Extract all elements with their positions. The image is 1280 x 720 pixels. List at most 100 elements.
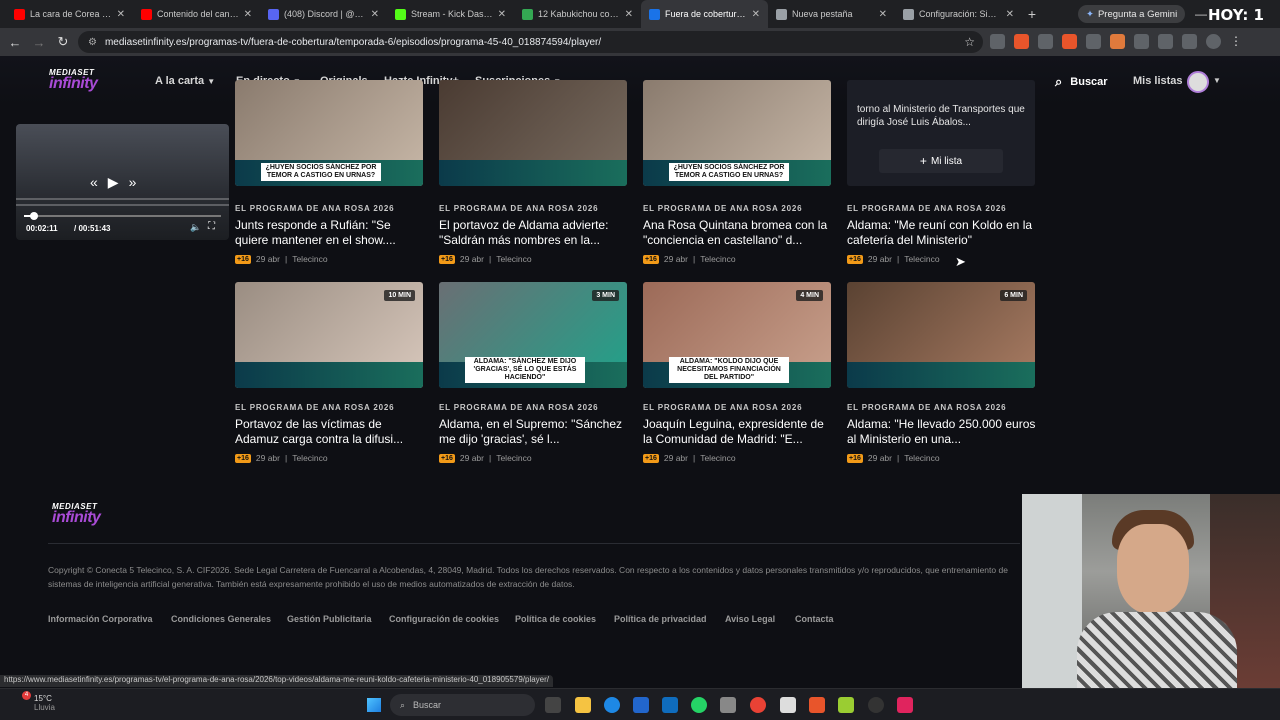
video-thumbnail[interactable]: 6 MIN xyxy=(847,282,1035,388)
thumbnail-caption: ALDAMA: "SÁNCHEZ ME DIJO 'GRACIAS', SÉ L… xyxy=(465,357,585,383)
video-title[interactable]: Joaquín Leguina, expresidente de la Comu… xyxy=(643,417,833,447)
chevron-down-icon[interactable]: ▼ xyxy=(1213,76,1221,85)
video-thumbnail[interactable]: ALDAMA: "SÁNCHEZ ME DIJO 'GRACIAS', SÉ L… xyxy=(439,282,627,388)
store-icon[interactable] xyxy=(633,697,649,713)
app-icon[interactable] xyxy=(897,697,913,713)
footer-link[interactable]: Política de cookies xyxy=(515,614,596,624)
footer-link[interactable]: Condiciones Generales xyxy=(171,614,271,624)
video-title[interactable]: Ana Rosa Quintana bromea con la "concien… xyxy=(643,218,833,248)
mini-video-player[interactable]: « ▶ » 00:02:11 / 00:51:43 🔈 ⛶ xyxy=(16,124,229,240)
footer-link[interactable]: Información Corporativa xyxy=(48,614,153,624)
rewind-icon[interactable]: « xyxy=(90,174,98,191)
close-tab-icon[interactable]: ✕ xyxy=(752,9,760,20)
video-thumbnail[interactable]: ¿HUYEN SOCIOS SÁNCHEZ POR TEMOR A CASTIG… xyxy=(235,80,423,186)
sidebar-icon[interactable] xyxy=(1158,34,1173,49)
video-title[interactable]: Aldama: "Me reuní con Koldo en la cafete… xyxy=(847,218,1037,248)
footer-link[interactable]: Configuración de cookies xyxy=(389,614,499,624)
extensions-puzzle-icon[interactable] xyxy=(1134,34,1149,49)
extension-icon[interactable] xyxy=(1086,34,1101,49)
my-lists-link[interactable]: Mis listas xyxy=(1133,75,1183,87)
footer-link[interactable]: Aviso Legal xyxy=(725,614,775,624)
video-thumbnail[interactable]: ¿HUYEN SOCIOS SÁNCHEZ POR TEMOR A CASTIG… xyxy=(643,80,831,186)
browser-tab[interactable]: Configuración: Sistem ✕ xyxy=(895,0,1022,28)
reload-icon[interactable]: ↻ xyxy=(51,34,75,50)
address-bar[interactable]: ⚙ mediasetinfinity.es/programas-tv/fuera… xyxy=(78,31,983,53)
footer-link[interactable]: Contacta xyxy=(795,614,834,624)
close-tab-icon[interactable]: ✕ xyxy=(371,9,379,20)
edge-icon[interactable] xyxy=(604,697,620,713)
forward-skip-icon[interactable]: » xyxy=(129,174,137,191)
search-button[interactable]: ⌕ Buscar xyxy=(1055,74,1108,90)
video-thumbnail[interactable]: 10 MIN xyxy=(235,282,423,388)
windows-start-icon[interactable] xyxy=(367,698,381,712)
thumbnail-caption: ALDAMA: "KOLDO DIJO QUE NECESITAMOS FINA… xyxy=(669,357,789,383)
mediaset-infinity-logo[interactable]: MEDIASET infinity xyxy=(49,68,98,93)
gemini-button[interactable]: ✦ Pregunta a Gemini xyxy=(1078,5,1186,23)
meta-separator: | xyxy=(896,453,900,463)
app-icon[interactable] xyxy=(720,697,736,713)
fullscreen-icon[interactable]: ⛶ xyxy=(208,221,215,232)
close-tab-icon[interactable]: ✕ xyxy=(117,9,125,20)
video-title[interactable]: Portavoz de las víctimas de Adamuz carga… xyxy=(235,417,425,447)
video-title[interactable]: Aldama, en el Supremo: "Sánchez me dijo … xyxy=(439,417,629,447)
browser-tab[interactable]: La cara de Corea del S ✕ xyxy=(6,0,133,28)
app-icon[interactable] xyxy=(838,697,854,713)
video-thumbnail[interactable]: ALDAMA: "KOLDO DIJO QUE NECESITAMOS FINA… xyxy=(643,282,831,388)
video-title[interactable]: El portavoz de Aldama advierte: "Saldrán… xyxy=(439,218,629,248)
meta-separator: | xyxy=(692,254,696,264)
file-explorer-icon[interactable] xyxy=(575,697,591,713)
add-to-list-button[interactable]: + Mi lista xyxy=(879,149,1003,173)
video-thumbnail[interactable] xyxy=(439,80,627,186)
obs-icon[interactable] xyxy=(868,697,884,713)
task-view-icon[interactable] xyxy=(545,697,561,713)
browser-tab[interactable]: (408) Discord | @Saix ✕ xyxy=(260,0,387,28)
weather-widget[interactable]: 15°C Lluvia xyxy=(34,694,55,712)
new-tab-icon[interactable]: + xyxy=(1022,6,1042,22)
back-icon[interactable]: ← xyxy=(3,35,27,50)
reading-list-icon[interactable] xyxy=(1182,34,1197,49)
tab-title: Nueva pestaña xyxy=(792,9,853,19)
video-title[interactable]: Aldama: "He llevado 250.000 euros al Min… xyxy=(847,417,1037,447)
nav-item[interactable]: A la carta ▼ xyxy=(155,75,215,87)
browser-tab[interactable]: Nueva pestaña ✕ xyxy=(768,0,895,28)
close-tab-icon[interactable]: ✕ xyxy=(498,9,506,20)
progress-bar[interactable] xyxy=(24,212,221,220)
extension-icon[interactable] xyxy=(1038,34,1053,49)
chrome-icon[interactable] xyxy=(750,697,766,713)
program-label: EL PROGRAMA DE ANA ROSA 2026 xyxy=(439,204,599,213)
avatar[interactable] xyxy=(1187,71,1209,93)
close-tab-icon[interactable]: ✕ xyxy=(1006,9,1014,20)
app-icon[interactable] xyxy=(809,697,825,713)
close-tab-icon[interactable]: ✕ xyxy=(879,9,887,20)
browser-tab[interactable]: 12 Kabukichou con N ✕ xyxy=(514,0,641,28)
extension-icon[interactable] xyxy=(990,34,1005,49)
browser-tab[interactable]: Fuera de cobertura: P ✕ xyxy=(641,0,768,28)
volume-icon[interactable]: 🔈 xyxy=(190,222,201,233)
browser-tab[interactable]: Stream - Kick Dashbo ✕ xyxy=(387,0,514,28)
bookmark-star-icon[interactable]: ☆ xyxy=(964,35,975,49)
extension-icon[interactable] xyxy=(1110,34,1125,49)
footer-logo[interactable]: MEDIASET infinity xyxy=(52,502,101,527)
video-title[interactable]: Junts responde a Rufián: "Se quiere mant… xyxy=(235,218,425,248)
play-icon[interactable]: ▶ xyxy=(108,174,119,191)
age-rating-badge: +16 xyxy=(439,254,455,264)
forward-icon[interactable]: → xyxy=(27,35,51,50)
extension-icon[interactable] xyxy=(1014,34,1029,49)
tab-title: Configuración: Sistem xyxy=(919,9,1001,19)
menu-icon[interactable]: ⋮ xyxy=(1230,34,1245,49)
footer-link[interactable]: Gestión Publicitaria xyxy=(287,614,372,624)
extension-icon[interactable] xyxy=(1062,34,1077,49)
profile-icon[interactable] xyxy=(1206,34,1221,49)
progress-knob[interactable] xyxy=(30,212,39,220)
minimize-icon[interactable]: — xyxy=(1195,7,1207,21)
channel-name: Telecinco xyxy=(700,453,736,463)
footer-link[interactable]: Política de privacidad xyxy=(614,614,707,624)
taskbar-search[interactable]: ⌕ Buscar xyxy=(390,694,535,716)
whatsapp-icon[interactable] xyxy=(691,697,707,713)
notepad-icon[interactable] xyxy=(780,697,796,713)
outlook-icon[interactable] xyxy=(662,697,678,713)
close-tab-icon[interactable]: ✕ xyxy=(244,9,252,20)
site-info-icon[interactable]: ⚙ xyxy=(88,37,97,48)
close-tab-icon[interactable]: ✕ xyxy=(625,9,633,20)
browser-tab[interactable]: Contenido del canal - ✕ xyxy=(133,0,260,28)
